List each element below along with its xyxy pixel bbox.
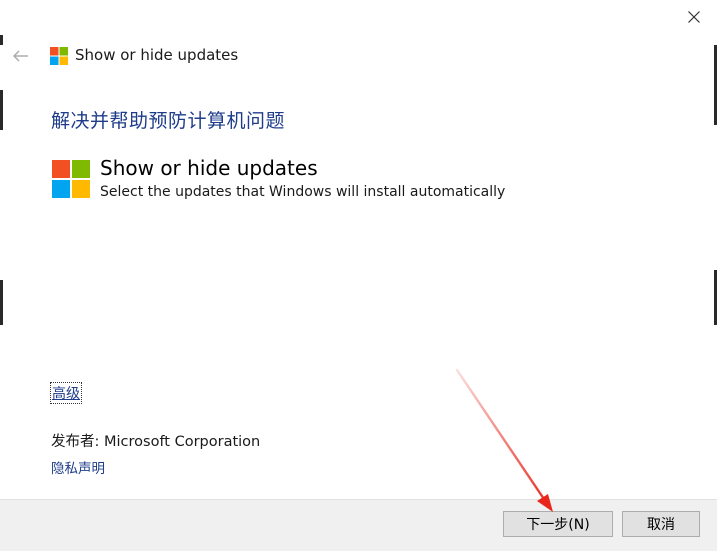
window-title: Show or hide updates: [75, 46, 239, 64]
tool-description: Select the updates that Windows will ins…: [100, 184, 506, 200]
back-arrow-icon: [13, 50, 28, 62]
background-edge-mark: [0, 280, 3, 325]
back-button[interactable]: [8, 42, 34, 70]
annotation-arrow: [455, 368, 553, 512]
cancel-button[interactable]: 取消: [622, 511, 700, 537]
windows-logo-icon: [52, 160, 90, 198]
windows-logo-icon: [50, 47, 68, 65]
background-edge-mark: [0, 35, 3, 45]
publisher-label: 发布者: Microsoft Corporation: [51, 434, 261, 450]
advanced-link[interactable]: 高级: [50, 382, 82, 404]
background-edge-mark: [0, 90, 3, 130]
tool-title: Show or hide updates: [100, 156, 318, 180]
troubleshooter-dialog: Show or hide updates 解决并帮助预防计算机问题 Show o…: [0, 0, 717, 551]
next-button[interactable]: 下一步(N): [503, 511, 613, 537]
privacy-statement-link[interactable]: 隐私声明: [51, 457, 105, 477]
page-heading: 解决并帮助预防计算机问题: [51, 110, 286, 132]
close-button[interactable]: [670, 0, 717, 34]
close-icon: [687, 11, 700, 23]
